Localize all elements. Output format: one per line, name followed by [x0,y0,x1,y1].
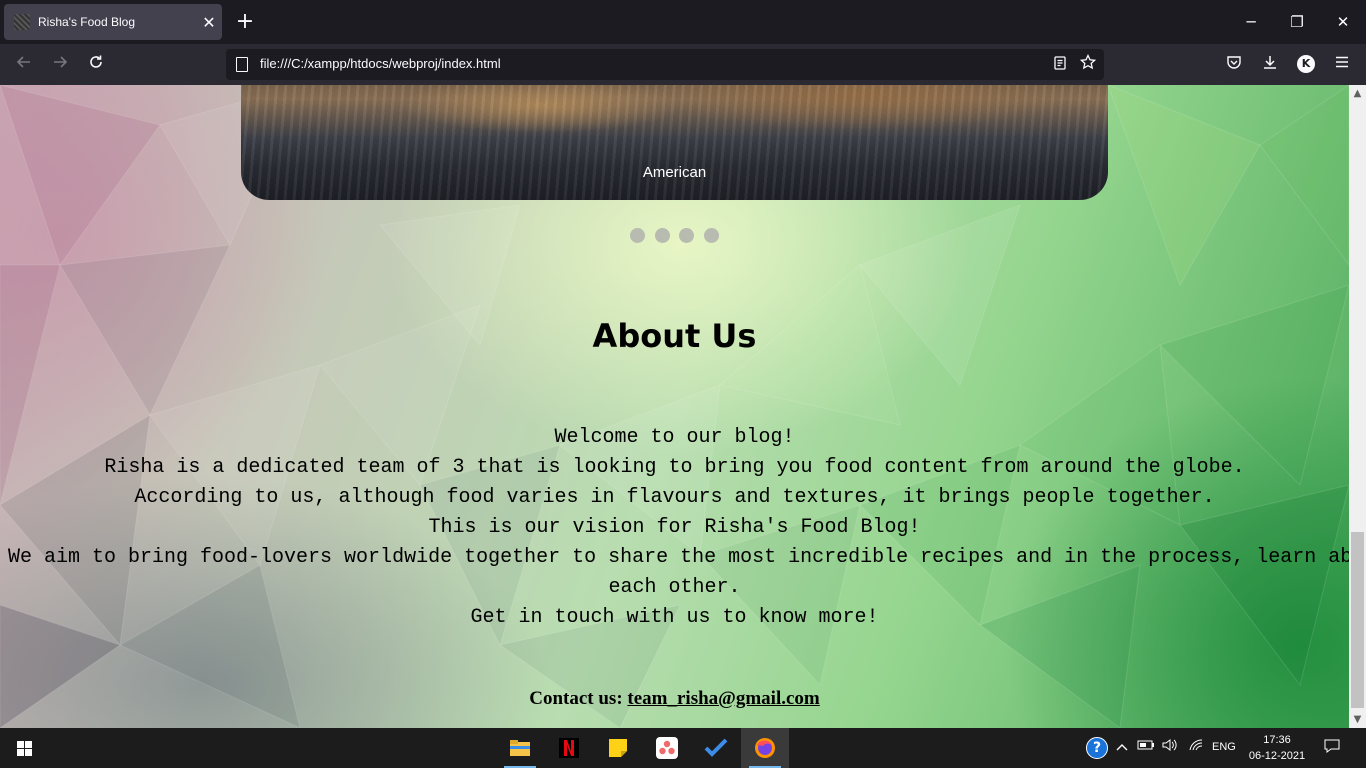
close-window-button[interactable]: ✕ [1320,0,1366,44]
about-line-aim-continued: each other. [608,576,741,599]
restore-button[interactable]: ❐ [1274,0,1320,44]
about-us-text: Welcome to our blog! Risha is a dedicate… [0,423,1349,633]
bookmark-star-icon[interactable] [1077,53,1099,76]
carousel-dot-1[interactable] [630,228,645,243]
account-avatar[interactable]: K [1297,55,1315,73]
microsoft-todo-app[interactable] [692,728,740,768]
about-line-welcome: Welcome to our blog! [554,426,795,449]
forward-button[interactable] [46,51,74,79]
page-scrollbar[interactable]: ▲ ▼ [1349,85,1366,728]
page-icon [236,57,248,72]
firefox-app[interactable] [741,728,789,768]
about-us-heading: About Us [592,317,757,355]
netflix-icon [559,738,579,758]
firefox-icon [755,738,775,758]
folder-icon [510,740,530,756]
tab-strip: Risha's Food Blog ✕ + ─ ❐ ✕ [0,0,1366,44]
asana-app[interactable] [643,728,691,768]
carousel-dot-4[interactable] [703,228,719,243]
arrow-right-icon [54,56,68,68]
sticky-note-icon [609,739,627,757]
windows-taskbar: ? ENG 17:36 06-12-2021 [0,728,1366,768]
minimize-button[interactable]: ─ [1228,0,1274,44]
notification-center-icon[interactable] [1322,738,1342,758]
scroll-up-arrow-icon[interactable]: ▲ [1349,85,1366,102]
reader-view-icon[interactable] [1049,54,1071,76]
new-tab-button[interactable]: + [232,8,258,36]
volume-icon[interactable] [1160,738,1180,758]
arrow-left-icon [16,56,30,68]
page-viewport: American About Us Welcome to our blog! R… [0,85,1366,728]
address-bar[interactable]: file:///C:/xampp/htdocs/webproj/index.ht… [226,49,1104,80]
carousel-dot-2[interactable] [654,228,670,243]
about-line-vision: This is our vision for Risha's Food Blog… [428,516,921,539]
clock-date: 06-12-2021 [1248,750,1306,762]
scroll-down-arrow-icon[interactable]: ▼ [1349,711,1366,728]
sticky-notes-app[interactable] [594,728,642,768]
input-language-indicator[interactable]: ENG [1212,741,1236,753]
carousel-caption: American [642,164,707,181]
wifi-icon[interactable] [1186,738,1206,758]
tab-close-icon[interactable]: ✕ [196,13,222,32]
asana-icon [656,737,678,759]
tab-title: Risha's Food Blog [38,15,136,29]
todo-checkmark-icon [704,738,728,757]
downloads-icon[interactable] [1257,52,1283,78]
contact-section: Contact us: team_risha@gmail.com [0,688,1349,710]
battery-icon[interactable] [1136,738,1156,758]
reload-button[interactable] [82,51,110,79]
scroll-thumb[interactable] [1351,532,1364,708]
start-button[interactable] [0,728,48,768]
carousel-image-texture [241,85,1108,200]
contact-email-link[interactable]: team_risha@gmail.com [627,688,819,709]
menu-hamburger-icon[interactable] [1329,52,1355,78]
netflix-app[interactable] [545,728,593,768]
pocket-icon[interactable] [1221,52,1247,78]
contact-label: Contact us: [529,688,623,709]
chevron-up-icon[interactable] [1112,738,1132,758]
back-button[interactable] [10,51,38,79]
about-line-team: Risha is a dedicated team of 3 that is l… [104,456,1245,479]
about-line-aim: We aim to bring food-lovers worldwide to… [8,546,1349,569]
browser-tab[interactable]: Risha's Food Blog ✕ [4,4,222,40]
carousel-indicators [630,228,728,243]
carousel-slide-image[interactable]: American [241,85,1108,200]
system-clock[interactable]: 17:36 06-12-2021 [1243,732,1311,764]
url-text[interactable]: file:///C:/xampp/htdocs/webproj/index.ht… [260,56,501,71]
reload-icon [90,55,102,68]
about-line-belief: According to us, although food varies in… [134,486,1215,509]
file-explorer-app[interactable] [496,728,544,768]
carousel-dot-3[interactable] [679,228,694,243]
window-controls: ─ ❐ ✕ [1228,0,1366,44]
clock-time: 17:36 [1263,734,1291,746]
windows-logo-icon [17,741,32,756]
tab-favicon-icon [14,14,30,30]
navigation-toolbar: file:///C:/xampp/htdocs/webproj/index.ht… [0,44,1366,85]
help-icon[interactable]: ? [1086,737,1108,759]
about-line-contact-prompt: Get in touch with us to know more! [470,606,879,629]
